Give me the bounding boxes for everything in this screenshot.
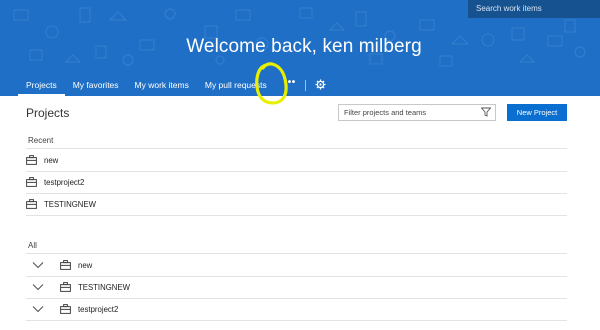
all-project-row[interactable]: testproject2 — [26, 298, 567, 320]
highlight-circle-annotation — [255, 62, 288, 105]
gear-icon — [315, 79, 326, 90]
filter-funnel-icon[interactable] — [481, 107, 491, 117]
project-briefcase-icon — [26, 177, 37, 187]
filter-placeholder: Filter projects and teams — [344, 108, 427, 117]
project-name-link[interactable]: new — [78, 261, 92, 270]
divider — [26, 320, 567, 321]
recent-project-row[interactable]: testproject2 — [26, 171, 567, 193]
project-briefcase-icon — [60, 304, 71, 314]
filter-projects-input[interactable]: Filter projects and teams — [338, 104, 496, 121]
project-name-link[interactable]: TESTINGNEW — [44, 200, 96, 209]
tab-my-favorites[interactable]: My favorites — [65, 74, 127, 96]
project-name-link[interactable]: testproject2 — [78, 305, 118, 314]
chevron-down-icon[interactable] — [32, 283, 44, 291]
new-project-button[interactable]: New Project — [507, 104, 567, 121]
project-briefcase-icon — [26, 199, 37, 209]
tab-my-work-items[interactable]: My work items — [127, 74, 197, 96]
welcome-heading: Welcome back, ken milberg — [186, 36, 422, 57]
chevron-down-icon[interactable] — [32, 261, 44, 269]
hero-banner: Search work items Welcome back, ken milb… — [0, 0, 600, 96]
project-briefcase-icon — [60, 260, 71, 270]
all-project-row[interactable]: TESTINGNEW — [26, 276, 567, 298]
search-work-items-input[interactable]: Search work items — [468, 0, 600, 18]
project-name-link[interactable]: testproject2 — [44, 178, 84, 187]
page-title: Projects — [26, 106, 70, 120]
project-name-link[interactable]: TESTINGNEW — [78, 283, 130, 292]
recent-project-row[interactable]: TESTINGNEW — [26, 193, 567, 215]
all-section-label: All — [28, 241, 37, 250]
project-name-link[interactable]: new — [44, 156, 58, 165]
settings-button[interactable] — [306, 74, 335, 96]
recent-project-row[interactable]: new — [26, 149, 567, 171]
chevron-down-icon[interactable] — [32, 305, 44, 313]
project-briefcase-icon — [60, 282, 71, 292]
all-project-row[interactable]: new — [26, 254, 567, 276]
recent-section-label: Recent — [28, 136, 54, 145]
tab-projects[interactable]: Projects — [18, 74, 65, 96]
divider — [26, 215, 567, 216]
project-briefcase-icon — [26, 155, 37, 165]
